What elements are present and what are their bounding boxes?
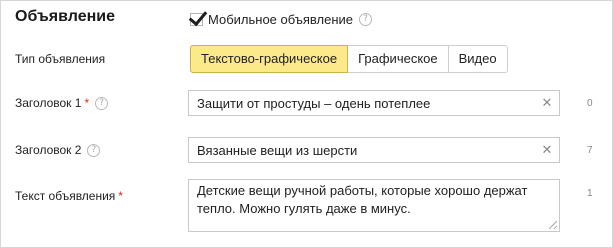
mobile-ad-option[interactable]: Мобильное объявление ? xyxy=(188,6,373,30)
ad-type-label-text: Тип объявления xyxy=(15,52,106,66)
headline2-counter: 7 xyxy=(587,145,593,156)
ad-text-value[interactable]: Детские вещи ручной работы, которые хоро… xyxy=(197,183,527,216)
headline1-label: Заголовок 1 * ? xyxy=(15,96,109,110)
ad-text-counter: 1 xyxy=(587,188,593,199)
required-mark: * xyxy=(84,96,90,110)
ad-type-label: Тип объявления xyxy=(15,52,105,66)
help-icon[interactable]: ? xyxy=(359,12,373,26)
headline1-counter: 0 xyxy=(587,98,593,109)
ad-text-textarea[interactable]: Детские вещи ручной работы, которые хоро… xyxy=(188,179,560,232)
required-mark: * xyxy=(118,189,123,203)
headline2-label: Заголовок 2 ? xyxy=(15,143,101,157)
headline2-label-text: Заголовок 2 xyxy=(15,143,82,157)
ad-text-label-text: Текст объявления xyxy=(15,189,116,203)
tab-graphic[interactable]: Графическое xyxy=(347,45,449,73)
headline1-field[interactable]: Защити от простуды – одень потеплее ✕ xyxy=(188,90,560,116)
headline1-label-text: Заголовок 1 xyxy=(15,96,82,110)
mobile-ad-checkbox[interactable] xyxy=(188,6,208,26)
headline1-input[interactable]: Защити от простуды – одень потеплее xyxy=(189,96,535,111)
close-icon[interactable]: ✕ xyxy=(535,96,559,111)
help-icon[interactable]: ? xyxy=(95,96,109,110)
section-title: Объявление xyxy=(15,8,115,25)
ad-text-label: Текст объявления * xyxy=(15,189,123,203)
headline2-input[interactable]: Вязанные вещи из шерсти xyxy=(189,143,535,158)
tab-text-graphic[interactable]: Текстово-графическое xyxy=(190,45,349,73)
ad-type-switch: Текстово-графическое Графическое Видео xyxy=(190,45,508,73)
resize-handle-icon[interactable] xyxy=(549,221,557,229)
help-icon[interactable]: ? xyxy=(87,143,101,157)
tab-video[interactable]: Видео xyxy=(447,45,508,73)
headline2-field[interactable]: Вязанные вещи из шерсти ✕ xyxy=(188,137,560,163)
mobile-ad-label[interactable]: Мобильное объявление xyxy=(208,12,353,27)
close-icon[interactable]: ✕ xyxy=(535,143,559,158)
checkmark-icon xyxy=(188,6,208,26)
